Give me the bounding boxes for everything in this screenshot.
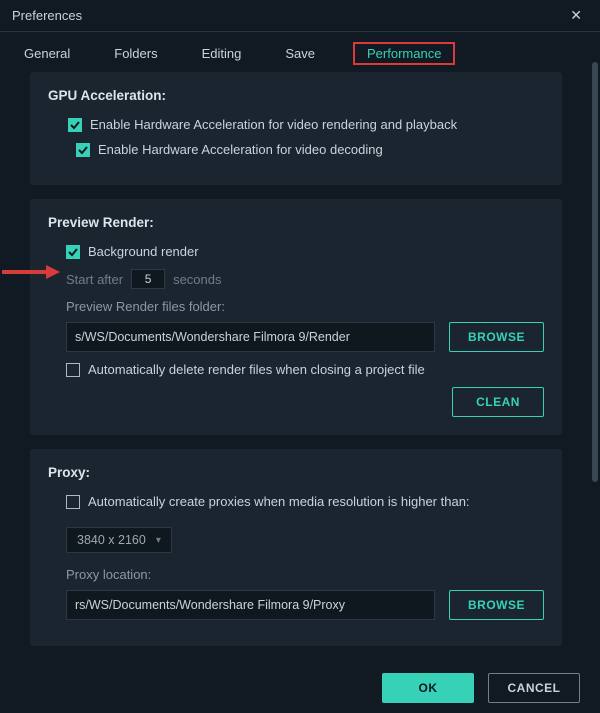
render-folder-label: Preview Render files folder: xyxy=(66,299,544,314)
section-proxy: Proxy: Automatically create proxies when… xyxy=(30,449,562,646)
check-icon xyxy=(68,247,78,257)
section-preview: Preview Render: Background render Start … xyxy=(30,199,562,435)
auto-delete-label: Automatically delete render files when c… xyxy=(88,362,425,377)
footer: OK CANCEL xyxy=(0,663,600,713)
proxy-title: Proxy: xyxy=(48,465,544,480)
gpu-opt1-row: Enable Hardware Acceleration for video r… xyxy=(68,117,544,132)
bg-render-label: Background render xyxy=(88,244,199,259)
render-path-input[interactable] xyxy=(66,322,435,352)
chevron-down-icon: ▾ xyxy=(156,535,161,546)
seconds-label: seconds xyxy=(173,272,221,287)
gpu-opt2-label: Enable Hardware Acceleration for video d… xyxy=(98,142,383,157)
titlebar: Preferences ✕ xyxy=(0,0,600,32)
proxy-browse-button[interactable]: BROWSE xyxy=(449,590,544,620)
proxy-path-input[interactable] xyxy=(66,590,435,620)
window-title: Preferences xyxy=(12,8,82,23)
auto-proxy-checkbox[interactable] xyxy=(66,495,80,509)
section-gpu: GPU Acceleration: Enable Hardware Accele… xyxy=(30,72,562,185)
proxy-path-row: BROWSE xyxy=(66,590,544,620)
auto-delete-row: Automatically delete render files when c… xyxy=(66,362,544,377)
auto-proxy-row: Automatically create proxies when media … xyxy=(66,494,544,509)
cancel-button[interactable]: CANCEL xyxy=(488,673,580,703)
bg-render-checkbox[interactable] xyxy=(66,245,80,259)
clean-button[interactable]: CLEAN xyxy=(452,387,544,417)
check-icon xyxy=(78,145,88,155)
gpu-opt2-checkbox[interactable] xyxy=(76,143,90,157)
start-after-input[interactable] xyxy=(131,269,165,289)
start-after-label: Start after xyxy=(66,272,123,287)
render-browse-button[interactable]: BROWSE xyxy=(449,322,544,352)
bg-render-row: Background render xyxy=(66,244,544,259)
clean-row: CLEAN xyxy=(48,387,544,417)
start-after-row: Start after seconds xyxy=(66,269,544,289)
auto-proxy-label: Automatically create proxies when media … xyxy=(88,494,470,509)
proxy-location-label: Proxy location: xyxy=(66,567,544,582)
check-icon xyxy=(70,120,80,130)
scrollbar[interactable] xyxy=(592,62,598,482)
resolution-row: 3840 x 2160 ▾ xyxy=(66,527,544,553)
gpu-opt1-label: Enable Hardware Acceleration for video r… xyxy=(90,117,457,132)
resolution-value: 3840 x 2160 xyxy=(77,533,146,547)
close-icon[interactable]: ✕ xyxy=(564,3,588,28)
auto-delete-checkbox[interactable] xyxy=(66,363,80,377)
gpu-title: GPU Acceleration: xyxy=(48,88,544,103)
render-path-row: BROWSE xyxy=(66,322,544,352)
gpu-opt1-checkbox[interactable] xyxy=(68,118,82,132)
preview-title: Preview Render: xyxy=(48,215,544,230)
gpu-opt2-row: Enable Hardware Acceleration for video d… xyxy=(76,142,544,157)
ok-button[interactable]: OK xyxy=(382,673,474,703)
content: GPU Acceleration: Enable Hardware Accele… xyxy=(0,62,600,663)
resolution-select[interactable]: 3840 x 2160 ▾ xyxy=(66,527,172,553)
